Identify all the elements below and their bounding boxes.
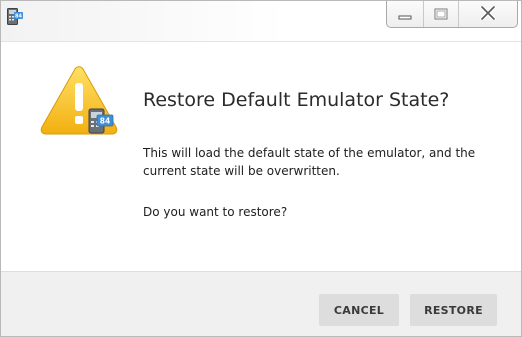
maximize-icon [434, 5, 448, 24]
restore-button[interactable]: RESTORE [410, 294, 497, 326]
svg-text:84: 84 [15, 14, 22, 20]
close-button[interactable] [459, 1, 517, 27]
dialog-question: Do you want to restore? [143, 205, 288, 219]
maximize-button[interactable] [424, 1, 459, 27]
caption-buttons [386, 1, 518, 28]
close-icon [480, 4, 496, 24]
dialog-title: Restore Default Emulator State? [143, 89, 450, 111]
warning-icon: 84 [37, 65, 119, 145]
minimize-button[interactable] [387, 1, 424, 27]
dialog-window: 84 84 Restore Default Emulator State? Th… [0, 0, 522, 337]
calculator-84-icon: 84 [7, 8, 23, 26]
dialog-message: This will load the default state of the … [143, 146, 476, 178]
dialog-footer: CANCEL RESTORE [1, 271, 521, 336]
cancel-button[interactable]: CANCEL [319, 294, 399, 326]
title-bar[interactable]: 84 [1, 1, 521, 42]
svg-text:84: 84 [100, 117, 110, 126]
minimize-icon [398, 5, 412, 24]
